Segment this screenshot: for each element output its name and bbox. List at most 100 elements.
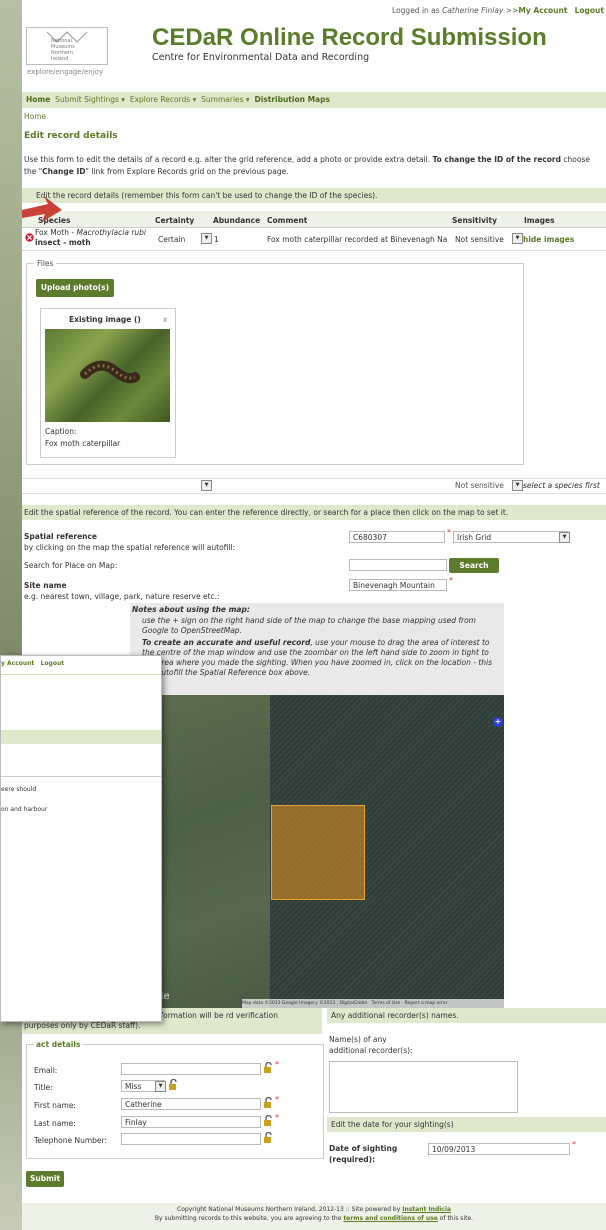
date-bar-text: Edit the date for your sighting(s) — [331, 1120, 454, 1129]
red-arrow-icon — [22, 196, 62, 222]
lock-icon[interactable] — [263, 1062, 273, 1073]
sensitivity-dropdown-icon[interactable]: ▼ — [512, 233, 523, 244]
overlay-logout-link[interactable]: Logout — [41, 660, 65, 667]
nmni-logo[interactable]: National Museums Northern Ireland explor… — [26, 27, 108, 76]
overlay-screenshot: y Account Logout eere should on and harb… — [0, 655, 162, 1022]
intro-bold: To change the ID of the record — [432, 155, 562, 164]
existing-image-title: Existing image () — [69, 315, 141, 324]
delete-row-icon[interactable] — [25, 233, 34, 242]
terms-link[interactable]: terms and conditions of use — [343, 1215, 438, 1222]
satellite-map[interactable]: + − + Google Map data ©2013 Google Image… — [130, 695, 504, 1008]
first-name-field[interactable]: Catherine — [121, 1098, 261, 1110]
note-text: use the + sign on the right hand side of… — [142, 616, 476, 635]
nav-explore-records[interactable]: Explore Records ▾ — [130, 95, 197, 104]
account-bar: Logged in as Catherine Finlay >>My Accou… — [392, 6, 604, 15]
upload-photo-button[interactable]: Upload photo(s) — [36, 279, 114, 297]
logout-link[interactable]: Logout — [575, 6, 604, 15]
empty-sensitivity-dropdown-icon[interactable]: ▼ — [512, 480, 523, 491]
empty-sensitivity-select[interactable]: Not sensitive — [455, 481, 504, 490]
last-name-label: Last name: — [34, 1119, 76, 1128]
spatial-reference-label: Spatial reference — [24, 532, 98, 541]
background-photo — [0, 0, 22, 1230]
nav-home[interactable]: Home — [26, 95, 50, 104]
page: Logged in as Catherine Finlay >>My Accou… — [22, 0, 606, 1230]
last-name-field[interactable]: Finlay — [121, 1116, 261, 1128]
nav-summaries[interactable]: Summaries ▾ — [201, 95, 250, 104]
overlay-divider — [1, 674, 161, 675]
lock-icon[interactable] — [168, 1079, 178, 1090]
terms-of-use-link[interactable]: Terms of Use — [371, 1001, 400, 1006]
col-sensitivity: Sensitivity — [452, 216, 497, 225]
species-common: Fox Moth - — [35, 228, 77, 237]
user-name: Catherine Finlay — [442, 6, 504, 15]
telephone-label: Telephone Number: — [34, 1136, 107, 1145]
certainty-select[interactable]: Certain — [158, 235, 185, 244]
search-place-input[interactable] — [349, 559, 447, 571]
separator: >> — [505, 6, 519, 15]
attribution-text: Map data ©2013 Google Imagery ©2013 , Di… — [242, 1001, 368, 1006]
comment-input[interactable]: Fox moth caterpillar recorded at Bineven… — [267, 235, 453, 244]
col-abundance: Abundance — [213, 216, 261, 225]
logo-tagline: explore/engage/enjoy — [27, 68, 104, 76]
intro-line: Use this form to edit the details of a r… — [24, 155, 431, 164]
certainty-dropdown-icon[interactable]: ▼ — [201, 233, 212, 244]
grid-system-dropdown-icon[interactable]: ▼ — [559, 532, 570, 543]
spatial-bar: Edit the spatial reference of the record… — [22, 505, 606, 520]
abundance-input[interactable]: 1 — [214, 235, 219, 244]
lock-icon[interactable] — [263, 1097, 273, 1108]
recorders-label-2: additional recorder(s): — [329, 1046, 413, 1055]
footer: Copyright National Museums Northern Irel… — [22, 1203, 606, 1230]
layer-switcher-icon[interactable]: + — [493, 717, 503, 727]
date-of-sighting-input[interactable]: 10/09/2013 — [428, 1143, 570, 1155]
lock-icon[interactable] — [263, 1115, 273, 1126]
empty-certainty-dropdown-icon[interactable]: ▼ — [201, 480, 212, 491]
caption-value[interactable]: Fox moth caterpillar — [45, 439, 120, 448]
intro-tail: choose — [563, 155, 590, 164]
sensitivity-select[interactable]: Not sensitive — [455, 235, 504, 244]
my-account-link[interactable]: My Account — [518, 6, 567, 15]
close-icon[interactable]: x — [163, 315, 167, 324]
required-marker: * — [275, 1060, 279, 1069]
search-place-label: Search for Place on Map: — [24, 561, 118, 570]
map-notes: Notes about using the map: use the + sig… — [130, 603, 504, 695]
map-notes-title: Notes about using the map: — [132, 605, 250, 614]
logged-in-label: Logged in as — [392, 6, 440, 15]
breadcrumb[interactable]: Home — [24, 112, 46, 121]
recorders-textarea[interactable] — [329, 1061, 518, 1113]
nav-submit-sightings[interactable]: Submit Sightings ▾ — [55, 95, 125, 104]
telephone-field[interactable] — [121, 1133, 261, 1145]
required-marker: * — [447, 528, 451, 537]
first-name-label: First name: — [34, 1101, 76, 1110]
grid-system-select[interactable]: Irish Grid — [453, 531, 569, 543]
overlay-text: on and harbour — [1, 806, 48, 813]
lock-icon[interactable] — [263, 1132, 273, 1143]
site-name-input[interactable]: Binevenagh Mountain — [349, 579, 447, 591]
date-bar: Edit the date for your sighting(s) — [327, 1117, 606, 1132]
intro-text: Use this form to edit the details of a r… — [24, 155, 606, 164]
overlay-account-link[interactable]: y Account — [1, 660, 34, 667]
nav-distribution-maps[interactable]: Distribution Maps — [254, 95, 329, 104]
footer-text: of this site. — [439, 1215, 474, 1222]
email-field[interactable] — [121, 1063, 261, 1075]
required-marker: * — [449, 576, 453, 585]
logo-line: Ireland — [51, 56, 69, 62]
site-title: CEDaR Online Record Submission — [152, 24, 547, 51]
title-dropdown-icon[interactable]: ▼ — [155, 1081, 166, 1092]
caption-label: Caption: — [45, 427, 77, 436]
col-comment: Comment — [267, 216, 308, 225]
report-map-error-link[interactable]: Report a map error — [405, 1001, 448, 1006]
footer-line-2: By submitting records to this website, y… — [22, 1215, 606, 1222]
submit-button[interactable]: Submit — [26, 1171, 64, 1187]
caterpillar-photo[interactable] — [45, 329, 170, 422]
instant-indicia-link[interactable]: Instant Indicia — [402, 1206, 451, 1213]
date-label: Date of sighting — [329, 1144, 398, 1153]
required-marker: * — [572, 1140, 576, 1149]
recorders-bar-text: Any additional recorder(s) names. — [331, 1011, 459, 1020]
date-required-label: (required): — [329, 1155, 376, 1164]
main-nav: Home Submit Sightings ▾ Explore Records … — [22, 92, 606, 108]
search-button[interactable]: Search — [449, 558, 499, 573]
species-cell: Fox Moth - Macrothylacia rubi insect - m… — [35, 228, 153, 248]
hide-images-link[interactable]: hide images — [523, 235, 574, 244]
spatial-reference-input[interactable]: C680307 — [349, 531, 445, 543]
footer-line-1: Copyright National Museums Northern Irel… — [22, 1206, 606, 1213]
